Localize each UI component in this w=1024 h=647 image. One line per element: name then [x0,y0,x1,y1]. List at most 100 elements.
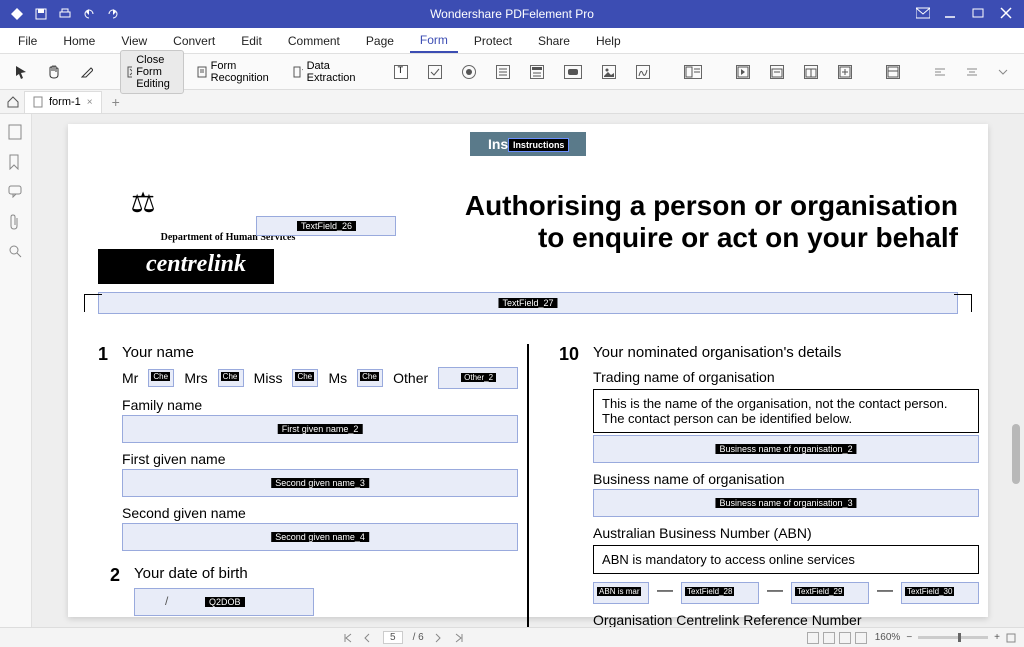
next-page-icon[interactable] [434,633,444,643]
zoom-in-icon[interactable]: + [994,632,1000,643]
data-extraction-label: Data Extraction [307,60,360,84]
form-recognition-label: Form Recognition [211,60,273,84]
family-name-label: Family name [122,397,518,413]
field-second-name[interactable]: Second given name_4 [122,523,518,551]
edit-tool[interactable] [74,62,100,82]
menu-edit[interactable]: Edit [231,30,272,52]
first-page-icon[interactable] [343,633,353,643]
attachments-icon[interactable] [8,214,24,230]
image-tool[interactable] [595,61,623,83]
view-continuous-icon[interactable] [823,632,835,644]
search-panel-icon[interactable] [8,244,24,260]
hand-tool[interactable] [40,61,68,83]
prev-page-icon[interactable] [363,633,373,643]
view-facing-icon[interactable] [839,632,851,644]
undo-icon[interactable] [82,7,96,21]
thumbnails-icon[interactable] [8,124,24,140]
check-mr[interactable]: Che [148,369,174,387]
page-number-input[interactable]: 5 [383,631,403,644]
titlebar: Wondershare PDFelement Pro [0,0,1024,28]
document-tab[interactable]: form-1 × [24,91,102,113]
home-tab-icon[interactable] [6,95,20,109]
field-other[interactable]: Other_2 [438,367,518,389]
close-form-editing-button[interactable]: Close Form Editing [120,50,184,94]
field-abn-1[interactable]: ABN is mar [593,582,649,604]
listbox-tool[interactable] [523,61,551,83]
document-canvas[interactable]: Instructions Instructions ⚖ TextField_26… [32,114,1024,627]
q1-number: 1 [98,344,108,551]
menu-share[interactable]: Share [528,30,580,52]
trading-name-label: Trading name of organisation [593,369,979,385]
last-page-icon[interactable] [454,633,464,643]
form-properties[interactable] [879,61,907,83]
document-icon [33,96,43,108]
menu-form[interactable]: Form [410,29,458,53]
menu-home[interactable]: Home [53,30,105,52]
menu-comment[interactable]: Comment [278,30,350,52]
select-tool[interactable] [8,61,34,83]
field-first-name[interactable]: Second given name_3 [122,469,518,497]
button-tool[interactable] [557,61,589,83]
text-field-tool[interactable]: T [387,61,415,83]
more-fields-tool[interactable] [677,61,709,83]
close-form-editing-label: Close Form Editing [136,54,176,90]
q2-title: Your date of birth [134,565,497,582]
field-abn-4[interactable]: TextField_30 [901,582,979,604]
align-center[interactable] [959,62,985,82]
menu-view[interactable]: View [111,30,157,52]
check-ms[interactable]: Che [357,369,383,387]
bookmarks-icon[interactable] [8,154,24,170]
form-action-2[interactable] [763,61,791,83]
align-more[interactable] [991,63,1015,81]
field-family-name[interactable]: First given name_2 [122,415,518,443]
align-left[interactable] [927,62,953,82]
form-field-textfield-27[interactable]: TextField_27 [98,292,958,314]
form-recognition-button[interactable]: Form Recognition [190,56,280,88]
fullscreen-icon[interactable] [1006,633,1016,643]
close-icon[interactable] [1000,7,1014,21]
check-miss[interactable]: Che [292,369,318,387]
maximize-icon[interactable] [972,7,986,21]
mail-icon[interactable] [916,7,930,21]
form-action-4[interactable] [831,61,859,83]
comments-icon[interactable] [8,184,24,200]
field-abn-3[interactable]: TextField_29 [791,582,869,604]
centrelink-logo: centrelink [98,249,274,284]
field-dob[interactable]: / Q2DOB [134,588,314,616]
menu-help[interactable]: Help [586,30,631,52]
scrollbar-thumb[interactable] [1012,424,1020,484]
form-action-1[interactable] [729,61,757,83]
menu-file[interactable]: File [8,30,47,52]
trading-name-hint: This is the name of the organisation, no… [593,389,979,433]
add-tab-button[interactable]: + [106,94,126,110]
zoom-slider[interactable] [918,636,988,639]
field-trading-name[interactable]: Business name of organisation_2 [593,435,979,463]
check-mrs[interactable]: Che [218,369,244,387]
view-facing-continuous-icon[interactable] [855,632,867,644]
minimize-icon[interactable] [944,7,958,21]
field-business-name[interactable]: Business name of organisation_3 [593,489,979,517]
second-name-label: Second given name [122,505,518,521]
print-icon[interactable] [58,7,72,21]
vertical-scrollbar[interactable] [1012,114,1022,627]
signature-tool[interactable] [629,61,657,83]
checkbox-tool[interactable] [421,61,449,83]
menu-protect[interactable]: Protect [464,30,522,52]
radio-tool[interactable] [455,61,483,83]
main-area: Instructions Instructions ⚖ TextField_26… [0,114,1024,627]
view-single-icon[interactable] [807,632,819,644]
combobox-tool[interactable] [489,61,517,83]
menu-convert[interactable]: Convert [163,30,225,52]
window-title: Wondershare PDFelement Pro [430,7,594,21]
form-action-3[interactable] [797,61,825,83]
abn-hint: ABN is mandatory to access online servic… [593,545,979,574]
save-icon[interactable] [34,7,48,21]
form-field-textfield-26[interactable]: TextField_26 [256,216,396,236]
menu-page[interactable]: Page [356,30,404,52]
zoom-out-icon[interactable]: − [906,632,912,643]
field-abn-2[interactable]: TextField_28 [681,582,759,604]
redo-icon[interactable] [106,7,120,21]
instructions-field[interactable]: Instructions [508,138,570,152]
data-extraction-button[interactable]: Data Extraction [286,56,367,88]
close-tab-icon[interactable]: × [87,97,93,108]
